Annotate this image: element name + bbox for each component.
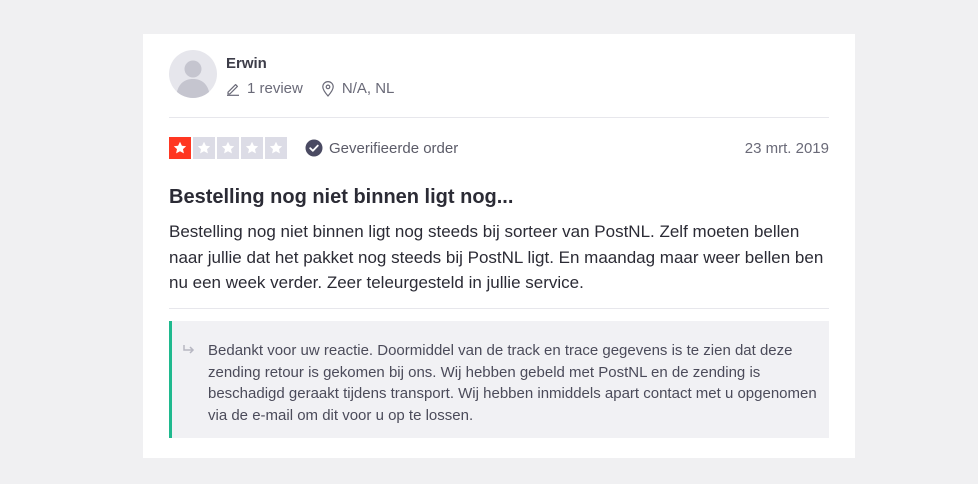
avatar[interactable] — [169, 50, 217, 98]
star-empty — [193, 137, 215, 159]
star-empty — [265, 137, 287, 159]
reviewer-name[interactable]: Erwin — [226, 55, 267, 72]
star-empty — [241, 137, 263, 159]
review-date: 23 mrt. 2019 — [744, 139, 829, 157]
review-count-label: 1 review — [247, 80, 303, 97]
star-icon — [269, 141, 283, 154]
review-title[interactable]: Bestelling nog niet binnen ligt nog... — [169, 186, 829, 209]
star-icon — [173, 141, 187, 154]
star-empty — [217, 137, 239, 159]
star-rating — [169, 137, 289, 159]
verified-label: Geverifieerde order — [329, 139, 459, 157]
star-icon — [197, 141, 211, 154]
rating-row: Geverifieerde order 23 mrt. 2019 — [169, 136, 829, 160]
company-reply: Bedankt voor uw reactie. Doormiddel van … — [169, 321, 829, 438]
location-pin-icon — [322, 80, 334, 97]
header-divider — [169, 117, 829, 118]
reviewer-meta: 1 review N/A, NL — [226, 80, 394, 97]
star-filled — [169, 137, 191, 159]
review-count: 1 review — [226, 80, 303, 97]
verified-check-icon — [305, 139, 323, 157]
review-card: Erwin 1 review N/A, NL Geverifieerde ord… — [143, 34, 855, 458]
user-silhouette-icon — [176, 60, 210, 98]
body-divider — [169, 308, 829, 309]
reply-arrow-icon — [183, 345, 195, 354]
pencil-icon — [227, 83, 239, 96]
star-icon — [245, 141, 259, 154]
reviewer-location: N/A, NL — [321, 80, 395, 97]
verified-badge[interactable]: Geverifieerde order — [305, 139, 458, 157]
reply-text: Bedankt voor uw reactie. Doormiddel van … — [208, 342, 817, 424]
review-body: Bestelling nog niet binnen ligt nog stee… — [169, 222, 824, 292]
star-icon — [221, 141, 235, 154]
location-label: N/A, NL — [341, 80, 395, 97]
